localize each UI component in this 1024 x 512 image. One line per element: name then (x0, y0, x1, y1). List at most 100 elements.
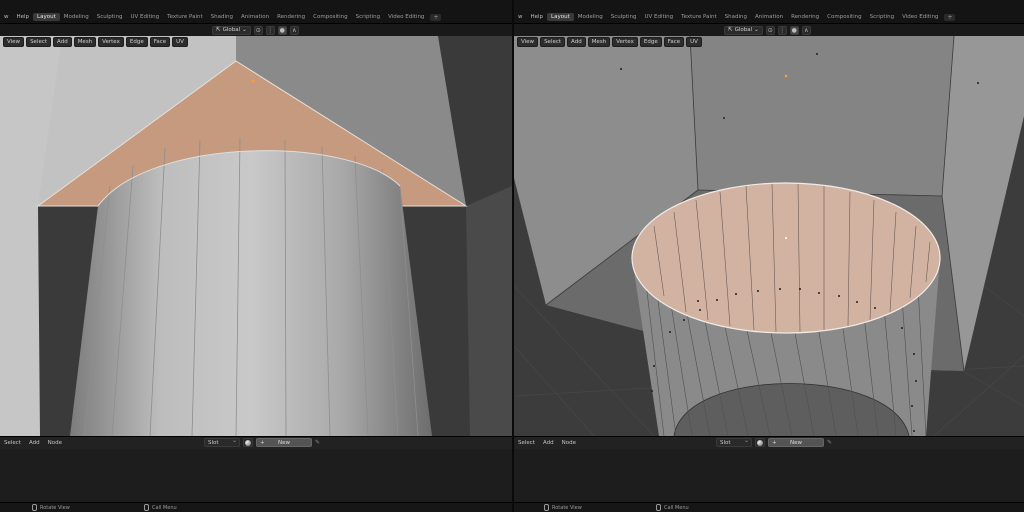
material-ball-icon[interactable] (243, 438, 253, 447)
mouse-icon (32, 504, 37, 511)
menu-item-help[interactable]: Help (13, 14, 34, 20)
tab-texture-paint[interactable]: Texture Paint (677, 13, 721, 21)
menu-uv[interactable]: UV (172, 37, 188, 47)
tab-modeling[interactable]: Modeling (574, 13, 607, 21)
viewport-render (514, 36, 1024, 436)
transform-controls: ⇱ Global ⌄ ⊙ ⋮ ● ∧ (212, 24, 299, 36)
node-menu-select[interactable]: Select (0, 440, 25, 446)
workspace-menubar: w Help Layout Modeling Sculpting UV Edit… (514, 11, 956, 23)
tab-video-editing[interactable]: Video Editing (384, 13, 428, 21)
menu-vertex[interactable]: Vertex (612, 37, 638, 47)
tab-layout[interactable]: Layout (547, 13, 574, 21)
pivot-icon[interactable]: ⊙ (765, 25, 775, 35)
viewport-menu: View Select Add Mesh Vertex Edge Face UV (517, 37, 702, 47)
slot-dropdown[interactable]: Slot (204, 437, 240, 447)
status-call-menu: Call Menu (656, 504, 689, 511)
menu-vertex[interactable]: Vertex (98, 37, 124, 47)
status-rotate-view: Rotate View (544, 504, 582, 511)
menu-item-window[interactable]: w (514, 14, 527, 20)
viewport-render (0, 36, 512, 436)
menu-item-window[interactable]: w (0, 14, 13, 20)
menu-view[interactable]: View (517, 37, 539, 47)
snap-icon[interactable]: ⋮ (265, 25, 275, 35)
tab-uv-editing[interactable]: UV Editing (640, 13, 677, 21)
menu-item-help[interactable]: Help (527, 14, 548, 20)
node-menu-add[interactable]: Add (539, 440, 558, 446)
tab-uv-editing[interactable]: UV Editing (126, 13, 163, 21)
node-menu-node[interactable]: Node (44, 440, 66, 446)
pin-icon[interactable]: ✎ (827, 439, 832, 446)
material-slot-controls: Slot +New ✎ (204, 437, 320, 447)
menu-mesh[interactable]: Mesh (587, 37, 611, 47)
orientation-dropdown[interactable]: ⇱ Global ⌄ (724, 25, 763, 35)
status-bar: Rotate View Call Menu (0, 502, 512, 512)
orientation-icon: ⇱ (728, 27, 733, 33)
tab-sculpting[interactable]: Sculpting (607, 13, 641, 21)
menu-mesh[interactable]: Mesh (73, 37, 97, 47)
mouse-icon (656, 504, 661, 511)
orientation-icon: ⇱ (216, 27, 221, 33)
orientation-dropdown[interactable]: ⇱ Global ⌄ (212, 25, 251, 35)
tab-animation[interactable]: Animation (237, 13, 273, 21)
transform-controls: ⇱ Global ⌄ ⊙ ⋮ ● ∧ (724, 24, 811, 36)
new-material-button[interactable]: + New (256, 438, 312, 447)
tab-shading[interactable]: Shading (207, 13, 237, 21)
menu-edge[interactable]: Edge (125, 37, 148, 47)
new-material-button[interactable]: + New (768, 438, 824, 447)
material-slot-controls: Slot +New ✎ (716, 437, 832, 447)
mouse-icon (544, 504, 549, 511)
slot-dropdown[interactable]: Slot (716, 437, 752, 447)
menu-view[interactable]: View (3, 37, 25, 47)
status-rotate-view: Rotate View (32, 504, 70, 511)
tab-video-editing[interactable]: Video Editing (898, 13, 942, 21)
node-menu-node[interactable]: Node (558, 440, 580, 446)
tab-shading[interactable]: Shading (721, 13, 751, 21)
tab-layout[interactable]: Layout (33, 13, 60, 21)
node-editor-area[interactable] (0, 449, 512, 502)
tab-animation[interactable]: Animation (751, 13, 787, 21)
falloff-icon[interactable]: ∧ (801, 25, 811, 35)
workspace-menubar: w Help Layout Modeling Sculpting UV Edit… (0, 11, 442, 23)
top-bar: w Help Layout Modeling Sculpting UV Edit… (0, 0, 512, 24)
menu-select[interactable]: Select (540, 37, 566, 47)
tab-rendering[interactable]: Rendering (273, 13, 309, 21)
mouse-icon (144, 504, 149, 511)
menu-select[interactable]: Select (26, 37, 52, 47)
node-menu-select[interactable]: Select (514, 440, 539, 446)
status-call-menu: Call Menu (144, 504, 177, 511)
tab-scripting[interactable]: Scripting (352, 13, 384, 21)
active-vertex-dot (251, 79, 255, 83)
snap-icon[interactable]: ⋮ (777, 25, 787, 35)
material-ball-icon[interactable] (755, 438, 765, 447)
menu-uv[interactable]: UV (686, 37, 702, 47)
active-vertex-dot (784, 74, 788, 78)
menu-add[interactable]: Add (53, 37, 72, 47)
menu-edge[interactable]: Edge (639, 37, 662, 47)
node-editor-area[interactable] (514, 449, 1024, 502)
node-menu-add[interactable]: Add (25, 440, 44, 446)
left-editor-pane: w Help Layout Modeling Sculpting UV Edit… (0, 0, 512, 512)
tab-texture-paint[interactable]: Texture Paint (163, 13, 207, 21)
right-editor-pane: w Help Layout Modeling Sculpting UV Edit… (514, 0, 1024, 512)
proportional-edit-icon[interactable]: ● (789, 25, 799, 35)
menu-face[interactable]: Face (663, 37, 685, 47)
3d-viewport[interactable] (0, 36, 512, 436)
tab-modeling[interactable]: Modeling (60, 13, 93, 21)
menu-add[interactable]: Add (567, 37, 586, 47)
tab-scripting[interactable]: Scripting (866, 13, 898, 21)
tab-sculpting[interactable]: Sculpting (93, 13, 127, 21)
add-workspace-button[interactable]: + (944, 13, 956, 21)
proportional-edit-icon[interactable]: ● (277, 25, 287, 35)
falloff-icon[interactable]: ∧ (289, 25, 299, 35)
status-bar: Rotate View Call Menu (514, 502, 1024, 512)
viewport-menu: View Select Add Mesh Vertex Edge Face UV (3, 37, 188, 47)
pin-icon[interactable]: ✎ (315, 439, 320, 446)
pivot-icon[interactable]: ⊙ (253, 25, 263, 35)
tab-compositing[interactable]: Compositing (823, 13, 865, 21)
add-workspace-button[interactable]: + (430, 13, 442, 21)
3d-viewport[interactable] (514, 36, 1024, 436)
menu-face[interactable]: Face (149, 37, 171, 47)
tab-compositing[interactable]: Compositing (309, 13, 351, 21)
top-bar: w Help Layout Modeling Sculpting UV Edit… (514, 0, 1024, 24)
tab-rendering[interactable]: Rendering (787, 13, 823, 21)
